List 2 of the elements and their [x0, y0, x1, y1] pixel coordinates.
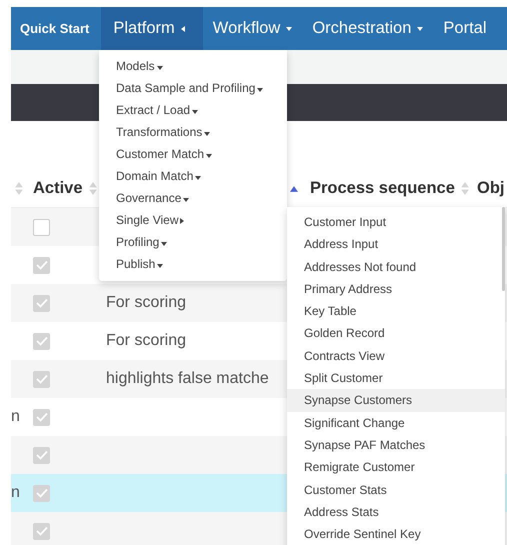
table-cell: n	[11, 408, 20, 426]
table-cell: n	[11, 484, 20, 502]
